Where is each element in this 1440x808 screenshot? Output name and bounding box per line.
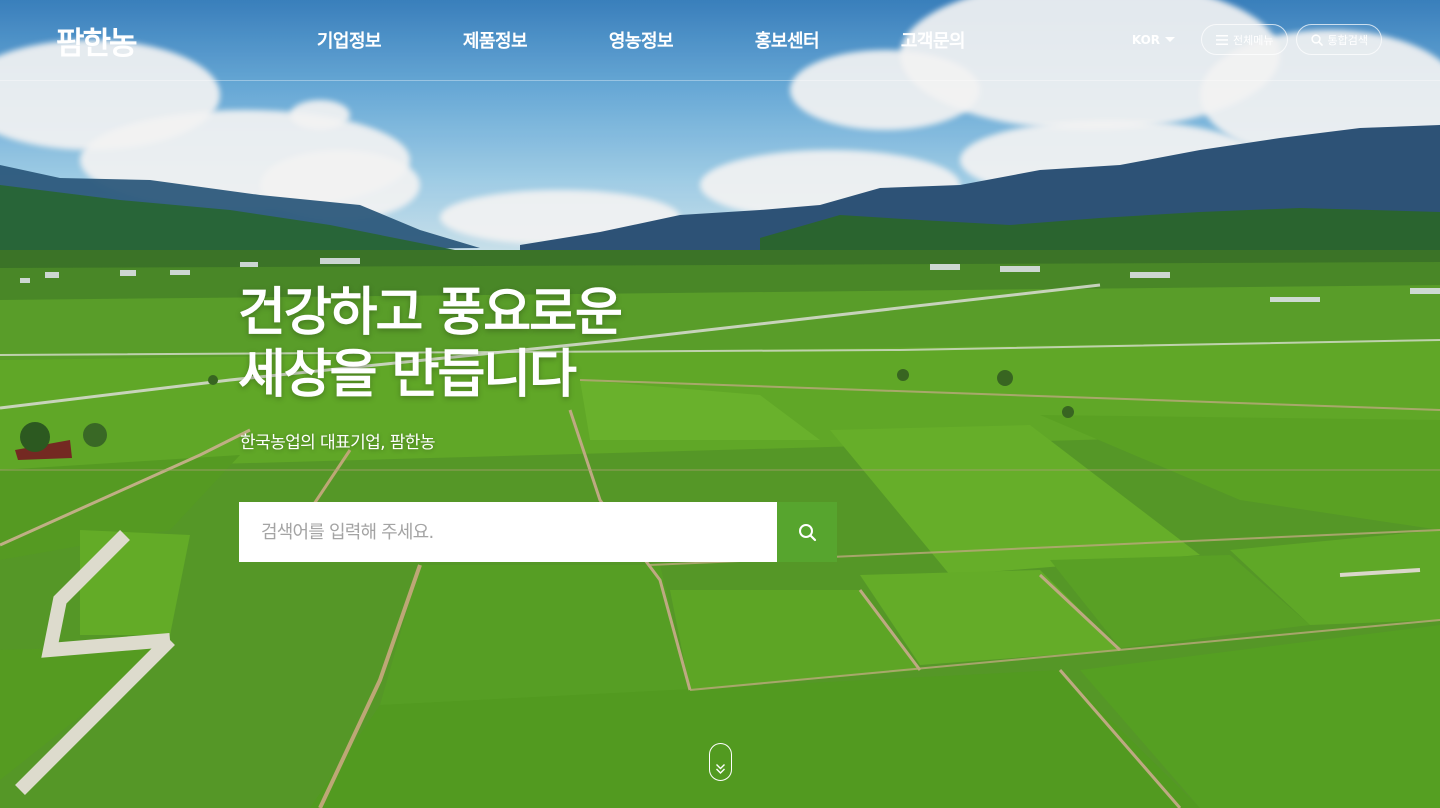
double-chevron-down-icon (716, 764, 725, 774)
utility-bar: KOR 전체메뉴 통합검색 (1132, 24, 1382, 55)
search-button[interactable] (777, 502, 837, 562)
search-input[interactable] (239, 502, 777, 562)
nav-item-company-info[interactable]: 기업정보 (276, 27, 422, 53)
integrated-search-label: 통합검색 (1327, 33, 1368, 47)
search-icon (1310, 33, 1323, 46)
nav-item-farming-info[interactable]: 영농정보 (568, 27, 714, 53)
integrated-search-button[interactable]: 통합검색 (1295, 24, 1382, 55)
hero-headline: 건강하고 풍요로운 세상을 만듭니다 (238, 282, 623, 406)
scroll-down-button[interactable] (709, 743, 732, 781)
hero-section: 팜한농 기업정보 제품정보 영농정보 홍보센터 고객문의 KOR 전체메뉴 통합… (0, 0, 1440, 808)
main-navigation: 기업정보 제품정보 영농정보 홍보센터 고객문의 (276, 27, 1006, 53)
site-header: 팜한농 기업정보 제품정보 영농정보 홍보센터 고객문의 KOR 전체메뉴 통합… (0, 0, 1440, 81)
landscape-illustration (0, 0, 1440, 808)
language-label: KOR (1131, 32, 1161, 47)
hero-subline: 한국농업의 대표기업, 팜한농 (240, 433, 436, 453)
hero-background-image (0, 0, 1440, 808)
nav-item-customer-inquiry[interactable]: 고객문의 (860, 27, 1006, 53)
logo[interactable]: 팜한농 (56, 18, 138, 63)
all-menu-label: 전체메뉴 (1233, 33, 1274, 47)
hero-search-form (239, 502, 837, 562)
hero-headline-line-1: 건강하고 풍요로운 (238, 283, 623, 343)
nav-item-pr-center[interactable]: 홍보센터 (714, 27, 860, 53)
all-menu-button[interactable]: 전체메뉴 (1201, 24, 1288, 55)
caret-down-icon (1165, 37, 1176, 42)
nav-item-product-info[interactable]: 제품정보 (422, 27, 568, 53)
search-icon (798, 523, 816, 541)
hero-headline-line-2: 세상을 만듭니다 (238, 345, 577, 405)
hamburger-icon (1216, 34, 1229, 45)
language-selector[interactable]: KOR (1131, 32, 1176, 47)
